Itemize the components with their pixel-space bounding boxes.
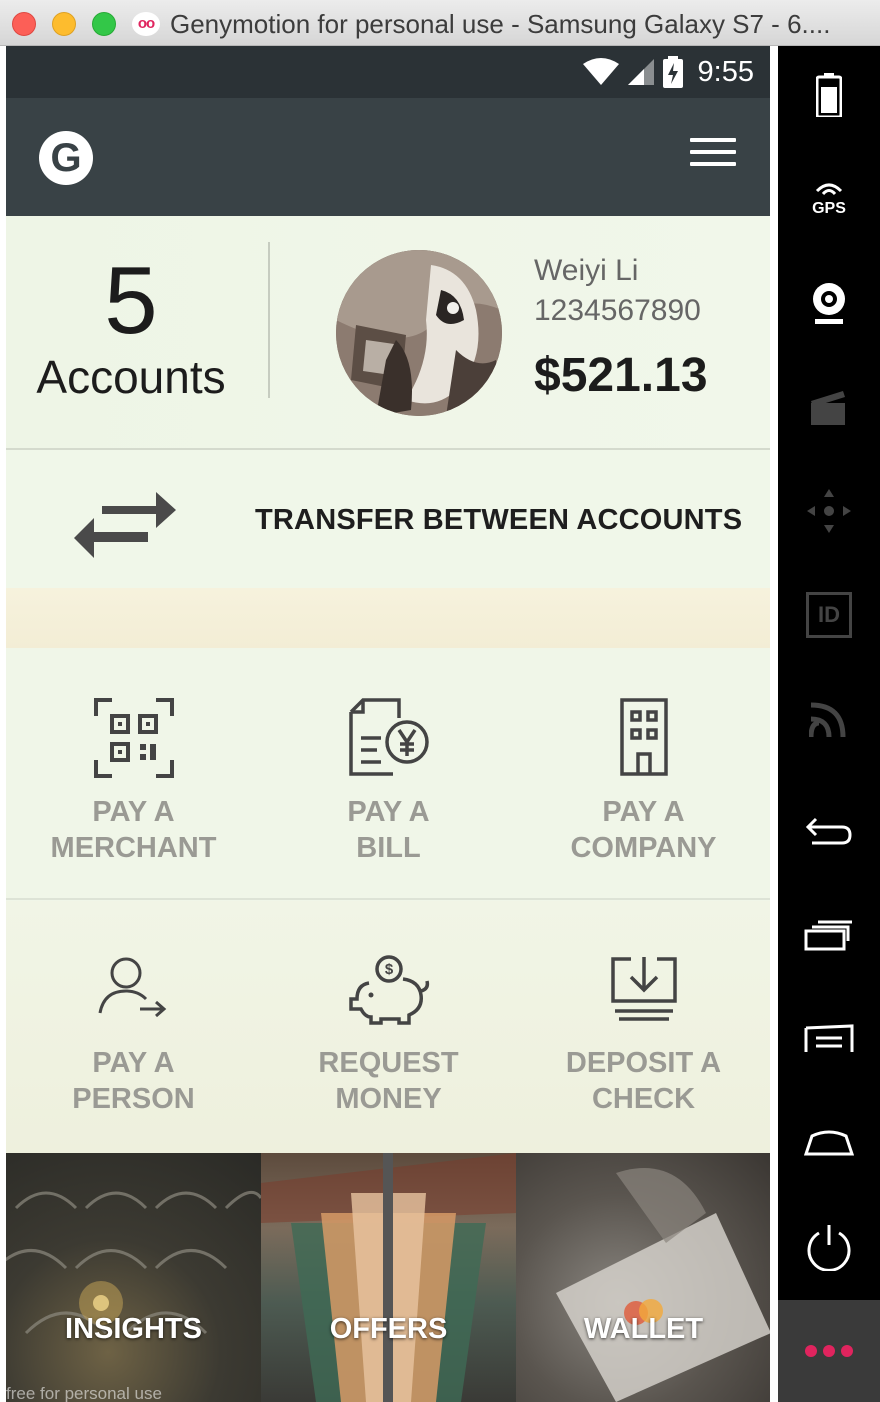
transfer-between-accounts-button[interactable]: TRANSFER BETWEEN ACCOUNTS [6, 450, 770, 588]
insights-label: INSIGHTS [65, 1313, 202, 1345]
window-titlebar: oo Genymotion for personal use - Samsung… [0, 0, 880, 46]
clapperboard-icon [811, 391, 845, 425]
close-window-button[interactable] [12, 12, 36, 36]
id-card-icon: ID [806, 592, 852, 638]
pay-person-button[interactable]: PAY A PERSON [6, 901, 261, 1153]
id-label: ID [818, 602, 840, 627]
feature-tiles: INSIGHTS OFFERS WALLET [6, 1153, 770, 1402]
deposit-check-button[interactable]: DEPOSIT A CHECK [516, 901, 770, 1153]
battery-icon [816, 73, 842, 117]
user-phone: 1234567890 [534, 294, 701, 327]
wallet-label: WALLET [583, 1313, 704, 1345]
qr-code-icon [93, 698, 174, 778]
offers-tile[interactable]: OFFERS [261, 1153, 516, 1402]
account-summary: 5 Accounts Weiyi Li 1234567890 $521.13 [6, 216, 770, 450]
emulator-side-panel: GPS ID [778, 46, 880, 1402]
window-title: Genymotion for personal use - Samsung Ga… [170, 9, 831, 39]
pay-person-line1: PAY A [92, 1047, 175, 1079]
deposit-check-line2: CHECK [591, 1083, 696, 1115]
request-money-line2: MONEY [335, 1083, 442, 1115]
section-spacer [6, 588, 770, 648]
network-widget-button[interactable] [778, 674, 880, 764]
battery-widget-button[interactable] [778, 50, 880, 140]
offers-label: OFFERS [329, 1313, 448, 1345]
minimize-window-button[interactable] [52, 12, 76, 36]
credit-card-image [556, 1168, 770, 1402]
avatar[interactable] [336, 250, 502, 416]
home-icon [804, 1130, 854, 1156]
cell-signal-icon [627, 59, 654, 85]
pay-merchant-button[interactable]: PAY A MERCHANT [6, 648, 261, 900]
recent-apps-icon [804, 920, 852, 951]
menu-icon [804, 1024, 854, 1052]
bill-yen-icon [348, 698, 429, 776]
pay-merchant-line2: MERCHANT [50, 832, 217, 864]
wifi-icon [582, 58, 619, 85]
dpad-icon [807, 489, 851, 533]
zoom-window-button[interactable] [92, 12, 116, 36]
transfer-label: TRANSFER BETWEEN ACCOUNTS [255, 504, 743, 536]
building-icon [619, 698, 668, 776]
home-button[interactable] [778, 1098, 880, 1188]
request-money-button[interactable]: $ REQUEST MONEY [261, 901, 516, 1153]
identifiers-widget-button[interactable]: ID [778, 570, 880, 660]
payment-actions-row-1: PAY A MERCHANT PAY A BILL PAY A COMPANY [6, 648, 770, 900]
request-money-line1: REQUEST [318, 1047, 459, 1079]
wallet-tile[interactable]: WALLET [516, 1153, 770, 1402]
back-button[interactable] [778, 786, 880, 876]
recent-apps-button[interactable] [778, 890, 880, 980]
summary-divider [268, 242, 270, 398]
more-options-button[interactable] [778, 1300, 880, 1402]
rss-signal-icon [809, 702, 846, 738]
swap-arrows-icon [74, 492, 176, 558]
person-arrow-icon [98, 957, 166, 1018]
gps-widget-button[interactable]: GPS [778, 154, 880, 244]
pay-merchant-line1: PAY A [92, 796, 175, 828]
remote-control-widget-button[interactable] [778, 466, 880, 556]
deposit-check-line1: DEPOSIT A [565, 1047, 722, 1079]
app-logo[interactable]: G [39, 131, 93, 185]
power-icon [807, 1225, 851, 1271]
app-header: G [6, 98, 770, 216]
more-dots-icon [805, 1345, 853, 1357]
menu-button[interactable] [778, 994, 880, 1084]
gps-signal-icon [815, 183, 843, 195]
pay-company-line1: PAY A [602, 796, 685, 828]
light-bulbs-image [6, 1190, 261, 1335]
battery-charging-icon [662, 56, 683, 88]
pay-bill-button[interactable]: PAY A BILL [261, 648, 516, 900]
accounts-label[interactable]: Accounts [6, 350, 256, 404]
status-time: 9:55 [697, 55, 754, 88]
pay-company-button[interactable]: PAY A COMPANY [516, 648, 770, 900]
power-button[interactable] [778, 1202, 880, 1292]
pay-bill-line1: PAY A [347, 796, 430, 828]
hamburger-menu-icon[interactable] [690, 138, 736, 174]
watermark-text: free for personal use [6, 1384, 162, 1402]
svg-text:$: $ [384, 961, 393, 978]
accounts-count[interactable]: 5 [6, 246, 256, 356]
pay-bill-line2: BILL [356, 832, 421, 864]
user-name: Weiyi Li [534, 254, 639, 287]
pay-company-line2: COMPANY [570, 832, 717, 864]
webcam-widget-button[interactable] [778, 258, 880, 348]
payment-actions-row-2: PAY A PERSON $ REQUEST MONEY DEPOSIT A C… [6, 901, 770, 1153]
gps-label: GPS [812, 199, 846, 217]
webcam-icon [813, 283, 845, 324]
genymotion-logo-icon: oo [132, 12, 160, 36]
piggy-bank-icon: $ [348, 955, 429, 1025]
download-tray-icon [610, 957, 677, 1021]
insights-tile[interactable]: INSIGHTS [6, 1153, 261, 1402]
screencast-widget-button[interactable] [778, 362, 880, 452]
account-balance: $521.13 [534, 349, 708, 402]
android-status-bar: 9:55 [6, 46, 770, 98]
back-arrow-icon [805, 817, 852, 845]
pay-person-line2: PERSON [72, 1083, 195, 1115]
device-screen: 9:55 G 5 Accounts Weiyi Li 1234567890 $5… [6, 46, 770, 1402]
clothing-rack-image [261, 1153, 516, 1402]
